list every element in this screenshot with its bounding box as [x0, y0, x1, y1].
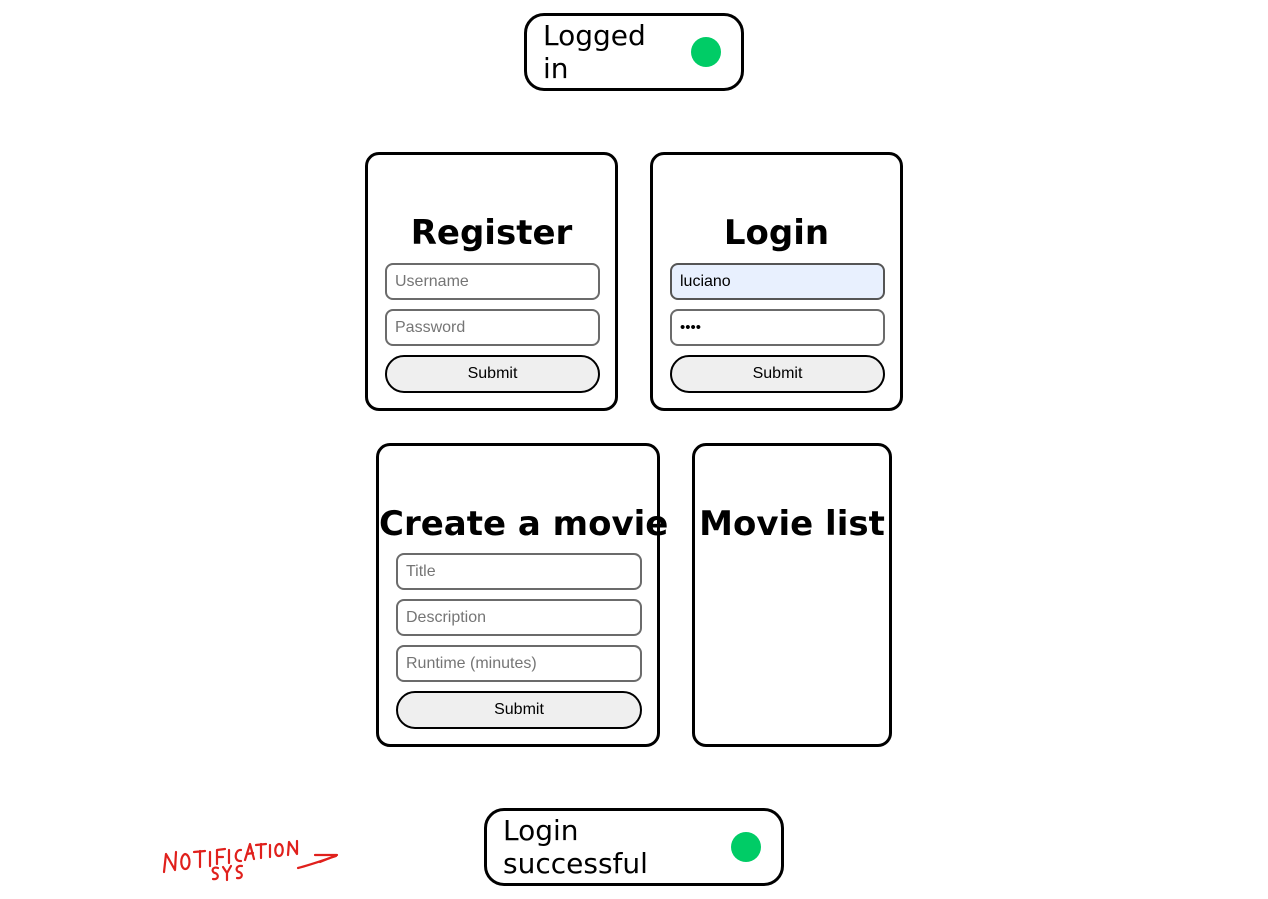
login-card: Login •••• Submit	[650, 152, 903, 411]
register-username-input[interactable]	[385, 263, 600, 300]
movie-title-input[interactable]	[396, 553, 642, 590]
handwritten-annotation	[162, 839, 339, 882]
login-submit-button[interactable]: Submit	[670, 355, 885, 393]
login-status-label: Logged in	[543, 19, 646, 85]
status-dot-icon	[691, 37, 721, 67]
notification-toast: Login successful	[484, 808, 784, 886]
movie-description-input[interactable]	[396, 599, 642, 636]
movie-runtime-input[interactable]	[396, 645, 642, 682]
register-title: Register	[410, 213, 573, 253]
notification-message: Login successful	[503, 814, 648, 880]
login-username-input[interactable]	[670, 263, 885, 300]
create-movie-card: Create a movie Submit	[376, 443, 669, 747]
login-status-indicator: Logged in	[524, 13, 744, 91]
movie-list-title: Movie list	[699, 504, 885, 544]
login-password-mask: ••••	[680, 319, 702, 336]
login-password-input[interactable]: ••••	[670, 309, 885, 346]
create-movie-submit-button[interactable]: Submit	[396, 691, 642, 729]
register-password-input[interactable]	[385, 309, 600, 346]
login-title: Login	[723, 213, 830, 253]
create-movie-title: Create a movie	[379, 504, 669, 544]
movie-list-card: Movie list	[692, 443, 892, 747]
register-card: Register Submit	[365, 152, 618, 411]
notification-dot-icon	[731, 832, 761, 862]
register-submit-button[interactable]: Submit	[385, 355, 600, 393]
page: Logged in Register Submit Login •••• Sub…	[0, 0, 1268, 899]
